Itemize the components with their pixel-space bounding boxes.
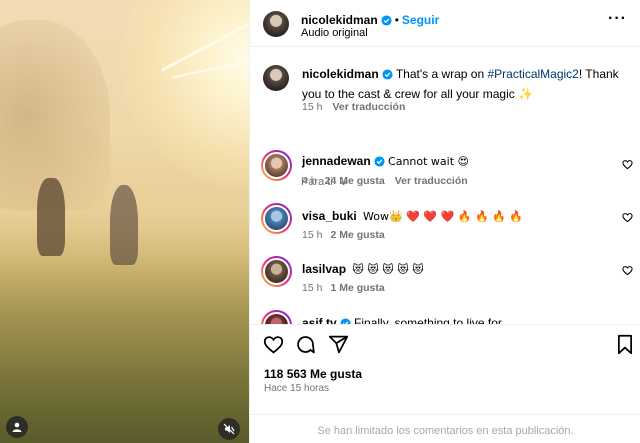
comment-text: Finally, something to live for	[354, 316, 502, 324]
post-actions: 118 563 Me gusta Hace 15 horas Se han li…	[250, 324, 640, 443]
heart-icon[interactable]	[622, 159, 633, 170]
verified-badge-icon	[374, 154, 385, 172]
verified-badge-icon	[382, 67, 393, 85]
verified-badge-icon	[340, 316, 351, 324]
caption-hashtag[interactable]: #PracticalMagic2	[487, 67, 578, 81]
likes-count[interactable]: 118 563 Me gusta	[264, 367, 362, 381]
separator-dot: •	[394, 13, 399, 27]
bookmark-icon[interactable]	[616, 334, 634, 355]
caption-time: 15 h	[302, 101, 323, 113]
caption-username[interactable]: nicolekidman	[302, 67, 379, 81]
share-icon[interactable]	[328, 334, 349, 355]
comment-time: 4 h	[302, 175, 317, 187]
heart-icon[interactable]	[263, 334, 284, 355]
heart-icon[interactable]	[622, 212, 633, 223]
commenter-avatar[interactable]	[261, 256, 292, 287]
comment-likes[interactable]: 24 Me gusta	[325, 175, 385, 187]
commenter-avatar[interactable]	[261, 203, 292, 234]
commenter-username[interactable]: lasilvap	[302, 262, 346, 276]
commenter-username[interactable]: visa_buki	[302, 209, 357, 223]
comment-text: Cannot wait 😍	[388, 155, 470, 168]
comment-icon[interactable]	[295, 334, 316, 355]
post-panel: nicolekidman • Seguir Audio original ··· n…	[249, 0, 640, 443]
commenter-avatar[interactable]	[261, 310, 292, 324]
post-timestamp[interactable]: Hace 15 horas	[264, 383, 329, 394]
commenter-avatar[interactable]	[261, 150, 292, 181]
verified-badge-icon	[381, 13, 392, 31]
post-header: nicolekidman • Seguir Audio original ···	[250, 0, 640, 47]
translate-link[interactable]: Ver traducción	[395, 175, 468, 187]
author-username[interactable]: nicolekidman	[301, 13, 378, 27]
translate-link[interactable]: Ver traducción	[332, 101, 405, 113]
sun-glare	[120, 0, 249, 190]
audio-link[interactable]: Audio original	[301, 27, 368, 39]
comment-time: 15 h	[302, 282, 323, 294]
post-media[interactable]	[0, 0, 249, 443]
figure-man	[110, 185, 138, 265]
comment-text: 😻 😻 😻 😻 😻	[352, 263, 424, 276]
figure-woman	[37, 178, 65, 256]
follow-button[interactable]: Seguir	[402, 13, 439, 27]
user-tag-icon[interactable]	[6, 416, 28, 438]
commenter-username[interactable]: jennadewan	[302, 154, 371, 168]
mute-icon[interactable]	[218, 418, 240, 440]
comment-time: 15 h	[302, 229, 323, 241]
comment-likes[interactable]: 2 Me gusta	[330, 229, 384, 241]
heart-icon[interactable]	[622, 265, 633, 276]
comment-text: Wow👑 ❤️ ❤️ ❤️ 🔥 🔥 🔥 🔥	[363, 210, 524, 223]
comments-limited-notice: Se han limitado los comentarios en esta …	[250, 414, 640, 443]
commenter-username[interactable]: asif.tv	[302, 316, 337, 324]
comments-list[interactable]: nicolekidman That's a wrap on #Practical…	[250, 48, 640, 324]
comment-likes[interactable]: 1 Me gusta	[330, 282, 384, 294]
author-avatar[interactable]	[263, 65, 289, 91]
caption-text: That's a wrap on	[395, 67, 488, 81]
author-avatar[interactable]	[263, 11, 289, 37]
more-options-icon[interactable]: ···	[608, 10, 627, 28]
